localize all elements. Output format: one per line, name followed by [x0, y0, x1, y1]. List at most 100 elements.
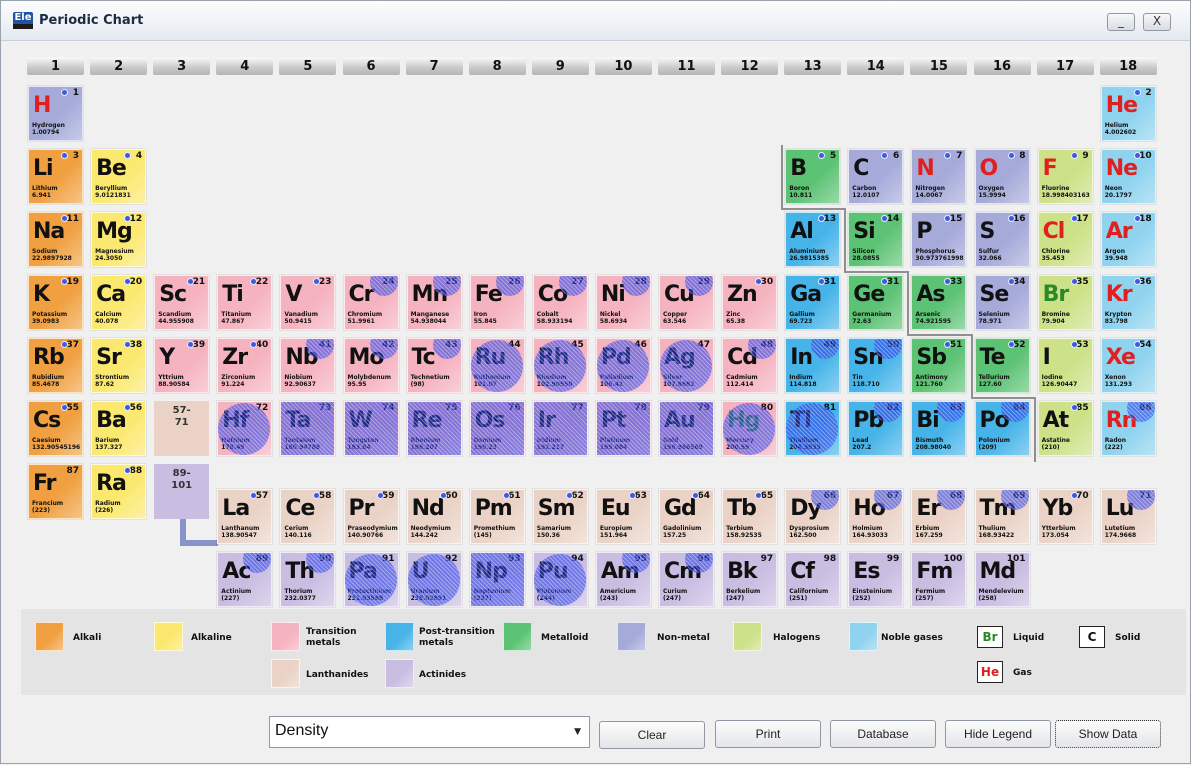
element-cell[interactable]: Y 39 Yttrium 88.90584	[154, 338, 210, 393]
element-cell[interactable]: Ga 31 Gallium 69.723	[785, 275, 841, 330]
clear-button[interactable]: Clear	[599, 721, 705, 749]
element-cell[interactable]: K 19 Potassium 39.0983	[28, 275, 83, 330]
element-cell[interactable]: Be 4 Beryllium 9.0121831	[91, 149, 147, 204]
element-cell[interactable]: Eu 63 Europium 151.964	[595, 489, 651, 545]
element-cell[interactable]: Mn25Manganese54.938044	[406, 275, 462, 330]
element-cell[interactable]: Ir77Iridium192.217	[532, 401, 588, 456]
element-cell[interactable]: Mg 12 Magnesium 24.3050	[91, 212, 147, 267]
element-cell[interactable]: Nd 60 Neodymium 144.242	[406, 489, 462, 545]
element-cell[interactable]: Ne 10 Neon 20.1797	[1100, 149, 1156, 204]
element-cell[interactable]: Bk 97 Berkelium (247)	[722, 552, 778, 608]
element-cell[interactable]: Tm69Thulium168.93422	[974, 489, 1030, 545]
element-cell[interactable]: Tc43Technetium(98)	[406, 338, 462, 393]
element-cell[interactable]: Am95Americium(243)	[595, 552, 651, 608]
element-cell[interactable]: Pd46Palladium106.42	[595, 338, 651, 393]
element-cell[interactable]: Tb 65 Terbium 158.92535	[722, 489, 778, 545]
element-cell[interactable]: Xe 54 Xenon 131.293	[1100, 338, 1156, 393]
element-cell[interactable]: Fm 100 Fermium (257)	[911, 552, 967, 608]
element-cell[interactable]: La 57 Lanthanum 138.90547	[217, 489, 273, 545]
element-cell[interactable]: H 1 Hydrogen 1.00794	[28, 86, 83, 141]
element-cell[interactable]: Zn 30 Zinc 65.38	[722, 275, 778, 330]
element-cell[interactable]: Rb 37 Rubidium 85.4678	[28, 338, 83, 393]
show-data-button[interactable]: Show Data	[1055, 720, 1161, 748]
element-cell[interactable]: Rh45Rhodium102.90550	[532, 338, 588, 393]
element-cell[interactable]: Cf 98 Californium (251)	[785, 552, 841, 608]
element-cell[interactable]: Ni28Nickel58.6934	[595, 275, 651, 330]
element-cell[interactable]: P 15 Phosphorus 30.973761998	[911, 212, 967, 267]
element-cell[interactable]: Gd 64 Gadolinium 157.25	[659, 489, 714, 545]
element-cell[interactable]: Pa91Protactinium231.03588	[343, 552, 399, 608]
element-cell[interactable]: Kr 36 Krypton 83.798	[1100, 275, 1156, 330]
element-cell[interactable]: Br 35 Bromine 79.904	[1037, 275, 1093, 330]
element-cell[interactable]: Ca 20 Calcium 40.078	[91, 275, 147, 330]
element-cell[interactable]: Nb41Niobium92.90637	[280, 338, 336, 393]
element-cell[interactable]: I 53 Iodine 126.90447	[1037, 338, 1093, 393]
element-cell[interactable]: Es 99 Einsteinium (252)	[848, 552, 904, 608]
element-cell[interactable]: U92Uranium238.02891	[406, 552, 462, 608]
element-cell[interactable]: Tl81Thallium204.3833	[785, 401, 841, 456]
element-cell[interactable]: Bi83Bismuth208.98040	[911, 401, 967, 456]
element-cell[interactable]: Sn50Tin118.710	[848, 338, 904, 393]
element-cell[interactable]: W74Tungsten183.84	[343, 401, 399, 456]
element-cell[interactable]: Yb 70 Ytterbium 173.054	[1037, 489, 1093, 545]
element-cell[interactable]: Ti 22 Titanium 47.867	[217, 275, 273, 330]
element-cell[interactable]: He 2 Helium 4.002602	[1100, 86, 1156, 141]
element-cell[interactable]: Sc 21 Scandium 44.955908	[154, 275, 210, 330]
element-cell[interactable]: In49Indium114.818	[785, 338, 841, 393]
element-cell[interactable]: Os76Osmium190.23	[469, 401, 525, 456]
property-dropdown[interactable]: Density ▼	[269, 716, 590, 748]
element-cell[interactable]: Cl 17 Chlorine 35.453	[1037, 212, 1093, 267]
element-cell[interactable]: Rn86Radon(222)	[1100, 401, 1156, 456]
element-cell[interactable]: Sm 62 Samarium 150.36	[532, 489, 588, 545]
element-cell[interactable]: Au79Gold196.966569	[659, 401, 714, 456]
element-cell[interactable]: Ce 58 Cerium 140.116	[280, 489, 336, 545]
element-cell[interactable]: V 23 Vanadium 50.9415	[280, 275, 336, 330]
element-cell[interactable]: Cd48Cadmium112.414	[722, 338, 778, 393]
element-cell[interactable]: Hg80Mercury200.59	[722, 401, 778, 456]
element-cell[interactable]: Se 34 Selenium 78.971	[974, 275, 1030, 330]
element-cell[interactable]: Cu29Copper63.546	[659, 275, 714, 330]
database-button[interactable]: Database	[830, 720, 936, 748]
element-cell[interactable]: Pt78Platinum195.084	[595, 401, 651, 456]
element-cell[interactable]: Na 11 Sodium 22.9897928	[28, 212, 83, 267]
element-cell[interactable]: Pr 59 Praseodymium 140.90766	[343, 489, 399, 545]
element-cell[interactable]: Zr 40 Zirconium 91.224	[217, 338, 273, 393]
element-cell[interactable]: Si 14 Silicon 28.0855	[848, 212, 904, 267]
element-cell[interactable]: Al 13 Aluminium 26.9815385	[785, 212, 841, 267]
element-cell[interactable]: As 33 Arsenic 74.921595	[911, 275, 967, 330]
element-cell[interactable]: Hf72Hafnium178.49	[217, 401, 273, 456]
element-cell[interactable]: Re75Rhenium186.207	[406, 401, 462, 456]
chevron-down-icon[interactable]: ▼	[574, 727, 581, 737]
element-cell[interactable]: Ta73Tantalum180.94788	[280, 401, 336, 456]
element-cell[interactable]: Pb82Lead207.2	[848, 401, 904, 456]
element-cell[interactable]: Ba 56 Barium 137.327	[91, 401, 147, 456]
element-cell[interactable]: Np93Neptunium(237)	[469, 552, 525, 608]
element-cell[interactable]: Cs 55 Caesium 132.90545196	[28, 401, 83, 456]
element-cell[interactable]: Cm96Curium(247)	[659, 552, 714, 608]
element-cell[interactable]: N 7 Nitrogen 14.0067	[911, 149, 967, 204]
element-cell[interactable]: At 85 Astatine (210)	[1037, 401, 1093, 456]
element-cell[interactable]: Dy66Dysprosium162.500	[785, 489, 841, 545]
element-cell[interactable]: C 6 Carbon 12.0107	[848, 149, 904, 204]
element-cell[interactable]: Er68Erbium167.259	[911, 489, 967, 545]
element-cell[interactable]: Ge 31 Germanium 72.63	[848, 275, 904, 330]
element-cell[interactable]: Md 101 Mendelevium (258)	[974, 552, 1030, 608]
element-cell[interactable]: Cr24Chromium51.9961	[343, 275, 399, 330]
element-cell[interactable]: Pm 61 Promethium (145)	[469, 489, 525, 545]
element-cell[interactable]: Lu71Lutetium174.9668	[1100, 489, 1156, 545]
element-cell[interactable]: Sr 38 Strontium 87.62	[91, 338, 147, 393]
element-cell[interactable]: F 9 Fluorine 18.998403163	[1037, 149, 1093, 204]
element-cell[interactable]: Th90Thorium232.0377	[280, 552, 336, 608]
element-cell[interactable]: S 16 Sulfur 32.066	[974, 212, 1030, 267]
element-cell[interactable]: Ag47Silver107.8682	[659, 338, 714, 393]
element-cell[interactable]: Li 3 Lithium 6.941	[28, 149, 83, 204]
element-cell[interactable]: Te 52 Tellurium 127.60	[974, 338, 1030, 393]
element-cell[interactable]: O 8 Oxygen 15.9994	[974, 149, 1030, 204]
element-cell[interactable]: Fr 87 Francium (223)	[28, 464, 83, 519]
print-button[interactable]: Print	[715, 720, 821, 748]
element-cell[interactable]: Mo42Molybdenum95.95	[343, 338, 399, 393]
element-cell[interactable]: Co27Cobalt58.933194	[532, 275, 588, 330]
element-cell[interactable]: B 5 Boron 10.811	[785, 149, 841, 204]
element-cell[interactable]: Sb 51 Antimony 121.760	[911, 338, 967, 393]
element-cell[interactable]: Po84Polonium(209)	[974, 401, 1030, 456]
